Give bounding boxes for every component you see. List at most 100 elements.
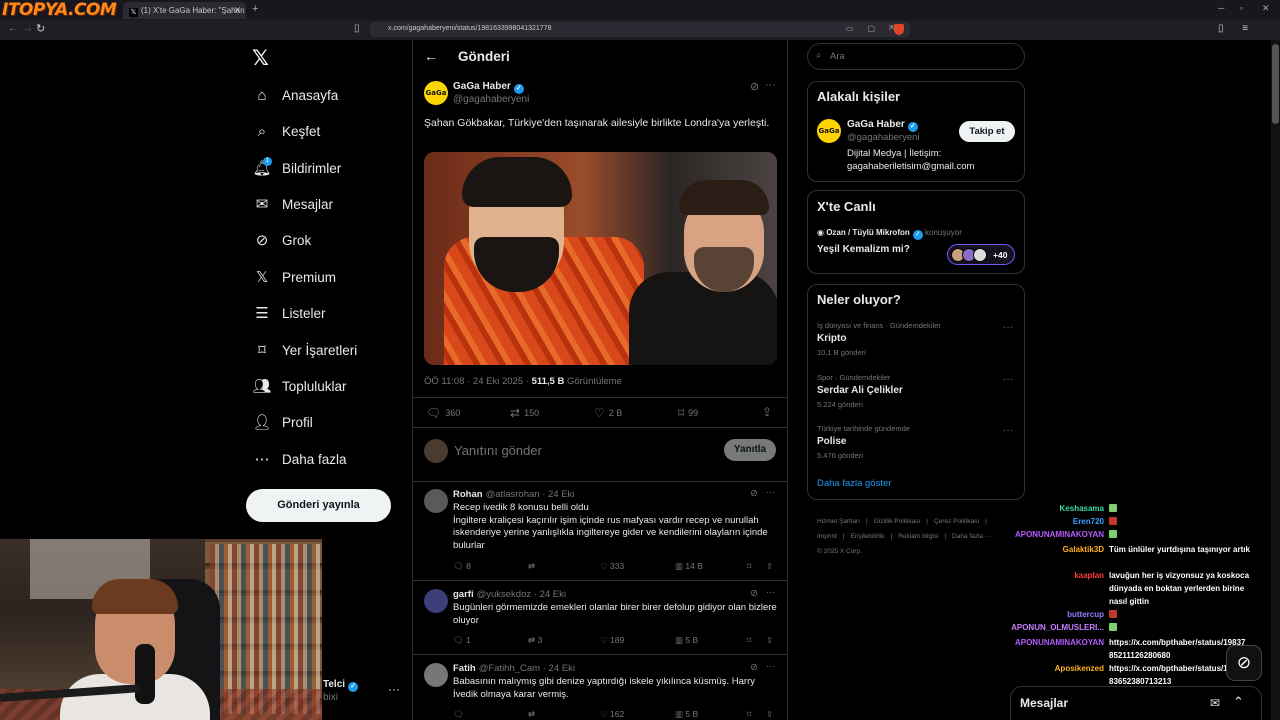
related-name[interactable]: GaGa Haber ✓ [847,119,918,132]
footer-link[interactable]: Hizmet Şartları [817,518,860,525]
back-arrow-icon[interactable]: ← [424,48,438,64]
footer-link[interactable]: Çerez Politikası [934,518,979,525]
footer-link[interactable]: Reklam bilgisi [898,533,938,540]
related-handle[interactable]: @gagahaberyeni [847,132,920,143]
maximize-icon[interactable]: ▫ [1240,3,1243,13]
like-count[interactable]: ♡ 2 B [594,406,622,420]
expand-icon[interactable]: ⌃ [1233,694,1244,710]
more-icon[interactable]: ··· [766,661,776,672]
trend-name[interactable]: Kripto [817,333,846,344]
reply-header[interactable]: Rohan @atlasrohan · 24 Eki [453,489,574,500]
views-icon[interactable]: ▥ 14 B [675,561,703,572]
reply-input[interactable]: Yanıtını gönder [454,443,542,458]
repost-icon[interactable]: ⇄ 3 [528,635,542,646]
share-icon[interactable]: ⇪ [766,635,773,646]
brave-shield-icon[interactable] [894,24,904,35]
nav-item-3[interactable]: ✉ Mesajlar [252,189,333,219]
search-input[interactable]: Ara [807,43,1025,70]
more-icon[interactable]: ··· [1003,374,1013,385]
reply-avatar[interactable] [424,589,448,613]
back-icon[interactable]: ← [8,23,18,34]
nav-item-5[interactable]: 𝕏 Premium [252,262,336,292]
reply-count[interactable]: 🗨 360 [426,406,460,420]
share-icon[interactable]: ⇪ [766,709,773,720]
follow-button[interactable]: Takip et [959,121,1015,142]
messages-title[interactable]: Mesajlar [1020,696,1068,710]
footer-link[interactable]: Daha fazla ··· [952,533,991,540]
grok-icon[interactable]: ⊘ [750,488,758,499]
trend-name[interactable]: Serdar Ali Çelikler [817,385,903,396]
live-topic[interactable]: Yeşil Kemalizm mi? [817,244,910,255]
forward-icon[interactable]: → [23,23,33,34]
share-icon[interactable]: ⇪ [762,405,772,419]
repost-icon[interactable]: ⇄ [528,561,535,572]
live-host[interactable]: ◉ Ozan / Tüylü Mikrofon ✓ konuşuyor [817,228,962,240]
new-message-icon[interactable]: ✉ [1210,696,1220,710]
related-avatar[interactable]: GaGa [817,119,841,143]
live-listeners[interactable]: +40 [947,244,1015,265]
footer-link[interactable]: Erişilebilirlik [851,533,885,540]
account-name[interactable]: Telci ✓ [323,679,359,692]
close-icon[interactable]: ✕ [233,5,241,16]
grok-float-icon[interactable]: ⊘ [1226,645,1262,681]
nav-item-10[interactable]: ⋯ Daha fazla [252,444,347,474]
more-icon[interactable]: ··· [766,587,776,598]
views-icon[interactable]: ▥ 5 B [675,709,698,720]
heart-icon[interactable]: ♡ 189 [600,635,624,646]
nav-item-9[interactable]: 👤︎ Profil [252,407,312,437]
bookmark-icon[interactable]: ⌑ [747,709,751,720]
bookmark-page-icon[interactable]: ▯ [354,23,360,34]
repost-count[interactable]: ⇄ 150 [510,406,539,420]
post-button[interactable]: Gönderi yayınla [246,489,391,522]
new-tab-icon[interactable]: + [252,3,258,15]
reply-header[interactable]: Fatih @Fatihh_Cam · 24 Eki [453,663,575,674]
nav-item-1[interactable]: ⌕ Keşfet [252,116,320,146]
grok-icon[interactable]: ⊘ [750,588,758,599]
more-icon[interactable]: ··· [1003,425,1013,436]
grok-icon[interactable]: ⊘ [750,80,759,93]
address-bar[interactable]: x.com/gagahaberyeni/status/1981633998041… [370,22,910,37]
trend-name[interactable]: Polise [817,436,846,447]
share-icon[interactable]: ⇪ [766,561,773,572]
tab-active[interactable]: 𝕏(1) X'te GaGa Haber: "Şahan Gök✕ [123,2,246,19]
heart-icon[interactable]: ♡ 162 [600,709,624,720]
footer-link[interactable]: Gizlilik Politikası [874,518,921,525]
scrollbar[interactable] [1271,40,1280,720]
reply-icon[interactable]: 🗨 8 [453,561,471,572]
reply-icon[interactable]: 🗨 1 [453,635,471,646]
x-logo-icon[interactable]: 𝕏 [252,46,269,70]
nav-item-0[interactable]: ⌂ Anasayfa [252,80,338,110]
bookmark-count[interactable]: ⌑ 99 [678,406,698,420]
browser-menu-icon[interactable]: ▯ ≡ [1218,23,1256,34]
reply-header[interactable]: garfi @yuksekdoz · 24 Eki [453,589,566,600]
post-handle[interactable]: @gagahaberyeni [453,94,529,105]
window-close-icon[interactable]: ✕ [1262,3,1270,14]
scrollbar-thumb[interactable] [1272,44,1279,124]
footer-link[interactable]: Imprint [817,533,837,540]
show-more-link[interactable]: Daha fazla göster [817,478,891,489]
reply-icon[interactable]: 🗨 [453,709,464,720]
reply-avatar[interactable] [424,663,448,687]
more-icon[interactable]: ··· [1003,322,1013,333]
more-icon[interactable]: ··· [766,487,776,498]
more-icon[interactable]: ··· [765,79,776,91]
reply-avatar[interactable] [424,489,448,513]
nav-item-6[interactable]: ☰ Listeler [252,298,325,328]
bookmark-icon[interactable]: ⌑ [747,561,751,572]
reload-icon[interactable]: ↻ [36,22,45,35]
grok-icon[interactable]: ⊘ [750,662,758,673]
footer-link[interactable]: © 2025 X Corp. [817,548,862,555]
minimize-icon[interactable]: ─ [1218,3,1224,13]
repost-icon[interactable]: ⇄ [528,709,535,720]
account-more-icon[interactable]: ··· [388,682,400,696]
nav-item-8[interactable]: 👥︎ Topluluklar [252,371,346,401]
author-avatar[interactable]: GaGa [424,81,448,105]
views-icon[interactable]: ▥ 5 B [675,635,698,646]
nav-item-7[interactable]: ⌑ Yer İşaretleri [252,335,357,365]
post-image[interactable] [424,152,777,365]
nav-item-4[interactable]: ⊘ Grok [252,225,312,255]
post-author[interactable]: GaGa Haber ✓ [453,81,524,94]
reply-button[interactable]: Yanıtla [724,439,776,461]
bookmark-icon[interactable]: ⌑ [747,635,751,646]
heart-icon[interactable]: ♡ 333 [600,561,624,572]
